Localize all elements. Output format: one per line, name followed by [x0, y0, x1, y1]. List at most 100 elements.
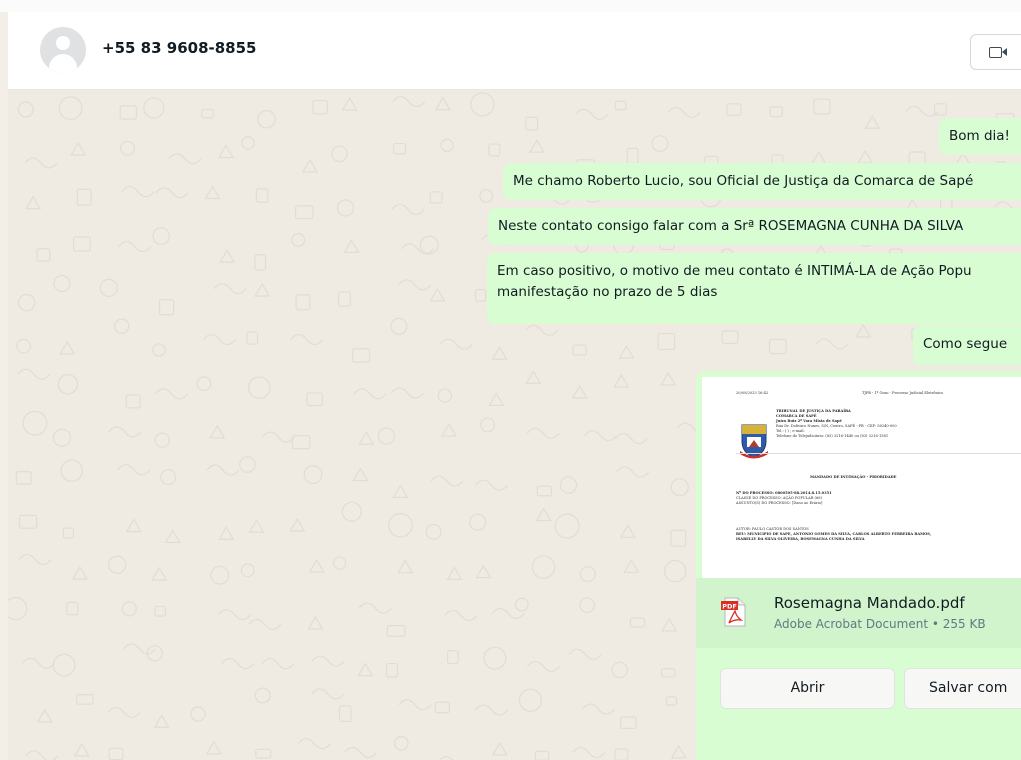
wallpaper-doodle	[261, 431, 295, 443]
wallpaper-doodle	[248, 618, 282, 631]
wallpaper-doodle	[341, 501, 362, 522]
contact-name[interactable]: +55 83 9608-8855	[102, 39, 256, 57]
document-preview[interactable]: 20/09/2023 16:42 TJPB - 1º Grau - Proces…	[702, 377, 1021, 578]
wallpaper-doodle	[59, 340, 76, 355]
wallpaper-doodle	[670, 744, 687, 759]
wallpaper-doodle	[152, 343, 166, 357]
wallpaper-doodle	[71, 565, 88, 580]
wallpaper-doodle	[24, 157, 58, 169]
message-bubble[interactable]: Como segue	[913, 325, 1021, 365]
wallpaper-doodle	[358, 602, 392, 614]
message-bubble[interactable]: Neste contato consigo falar com a Srª RO…	[488, 208, 1021, 245]
wallpaper-doodle	[572, 344, 587, 356]
wallpaper-doodle	[614, 100, 627, 111]
save-as-button[interactable]: Salvar com	[904, 668, 1021, 709]
wallpaper-doodle	[303, 465, 323, 485]
wallpaper-doodle	[291, 233, 306, 247]
wallpaper-doodle	[341, 96, 358, 111]
wallpaper-doodle	[204, 185, 221, 200]
wallpaper-doodle	[491, 741, 508, 756]
wallpaper-doodle	[531, 555, 556, 579]
wallpaper-doodle	[663, 559, 687, 583]
wallpaper-doodle	[52, 653, 76, 677]
wallpaper-doodle	[475, 288, 487, 302]
wallpaper-doodle	[125, 394, 141, 409]
wallpaper-doodle	[582, 703, 615, 715]
wallpaper-doodle	[429, 191, 443, 204]
wallpaper-doodle	[25, 195, 42, 210]
wallpaper-doodle	[444, 609, 478, 622]
wallpaper-doodle	[434, 96, 451, 111]
wallpaper-doodle	[661, 668, 676, 678]
wallpaper-doodle	[307, 615, 324, 630]
wallpaper-doodle	[152, 227, 171, 245]
wallpaper-doodle	[143, 97, 165, 119]
wallpaper-doodle	[769, 106, 783, 118]
wallpaper-doodle	[117, 464, 151, 476]
wallpaper-doodle	[525, 116, 539, 131]
wallpaper-doodle	[614, 432, 648, 445]
wallpaper-doodle	[559, 476, 578, 494]
pdf-badge-label: PDF	[722, 603, 737, 611]
wallpaper-doodle	[155, 187, 189, 199]
message-bubble[interactable]: Bom dia!	[939, 118, 1021, 155]
wallpaper-doodle	[125, 518, 142, 533]
preview-timestamp: 20/09/2023 16:42	[736, 391, 769, 395]
message-bubble[interactable]: Me chamo Roberto Lucio, sou Oficial de J…	[503, 163, 1021, 200]
wallpaper-doodle	[15, 471, 32, 485]
wallpaper-doodle	[721, 330, 739, 345]
wallpaper-doodle	[255, 748, 272, 759]
wallpaper-doodle	[62, 527, 75, 539]
wallpaper-doodle	[425, 523, 442, 540]
wallpaper-doodle	[488, 143, 501, 157]
file-info[interactable]: PDF Rosemagna Mandado.pdf Adobe Acrobat …	[696, 578, 1021, 648]
document-message[interactable]: 20/09/2023 16:42 TJPB - 1º Grau - Proces…	[696, 371, 1021, 760]
wallpaper-doodle	[616, 466, 650, 478]
wallpaper-doodle	[196, 376, 212, 391]
wallpaper-doodle	[52, 428, 72, 447]
wallpaper-doodle	[107, 706, 141, 719]
wallpaper-doodle	[108, 747, 124, 760]
wallpaper-doodle	[479, 188, 494, 203]
wallpaper-doodle	[308, 558, 325, 573]
wallpaper-doodle	[306, 392, 323, 407]
wallpaper-doodle	[429, 287, 446, 302]
wallpaper-doodle	[108, 555, 127, 574]
wallpaper-doodle	[386, 625, 406, 637]
wallpaper-doodle	[584, 430, 617, 442]
video-camera-icon	[989, 47, 1002, 58]
wallpaper-doodle	[17, 101, 34, 118]
wallpaper-doodle	[398, 699, 432, 711]
wallpaper-doodle	[60, 459, 83, 482]
wallpaper-doodle	[18, 553, 52, 566]
wallpaper-doodle	[352, 467, 369, 482]
wallpaper-doodle	[579, 597, 595, 613]
pdf-file-icon: PDF	[721, 597, 746, 627]
file-meta: Adobe Acrobat Document • 255 KB	[774, 617, 986, 631]
message-text: Em caso positivo, o motivo de meu contat…	[497, 263, 972, 279]
wallpaper-doodle	[393, 142, 407, 155]
wallpaper-doodle	[151, 566, 168, 581]
wallpaper-doodle	[483, 646, 507, 670]
preview-header-right: TJPB - 1º Grau - Processo Judicial Eletr…	[862, 391, 944, 395]
wallpaper-doodle	[114, 318, 130, 334]
wallpaper-doodle	[154, 605, 166, 617]
message-text: Neste contato consigo falar com a Srª RO…	[498, 218, 964, 234]
wallpaper-doodle	[123, 643, 157, 655]
message-bubble[interactable]: Em caso positivo, o motivo de meu contat…	[487, 253, 1021, 324]
open-button[interactable]: Abrir	[720, 668, 895, 709]
wallpaper-doodle	[619, 524, 636, 538]
wallpaper-doodle	[202, 333, 236, 346]
wallpaper-doodle	[17, 368, 51, 380]
wallpaper-doodle	[118, 241, 152, 253]
wallpaper-doodle	[73, 742, 90, 757]
chat-area: Bom dia! Me chamo Roberto Lucio, sou Ofi…	[8, 90, 1021, 760]
wallpaper-doodle	[353, 388, 387, 400]
wallpaper-doodle	[665, 696, 678, 706]
wallpaper-doodle	[358, 431, 375, 445]
video-call-button[interactable]	[970, 34, 1021, 70]
contact-avatar[interactable]	[40, 27, 86, 73]
wallpaper-doodle	[8, 596, 28, 621]
wallpaper-doodle	[528, 139, 545, 153]
wallpaper-doodle	[419, 235, 439, 255]
